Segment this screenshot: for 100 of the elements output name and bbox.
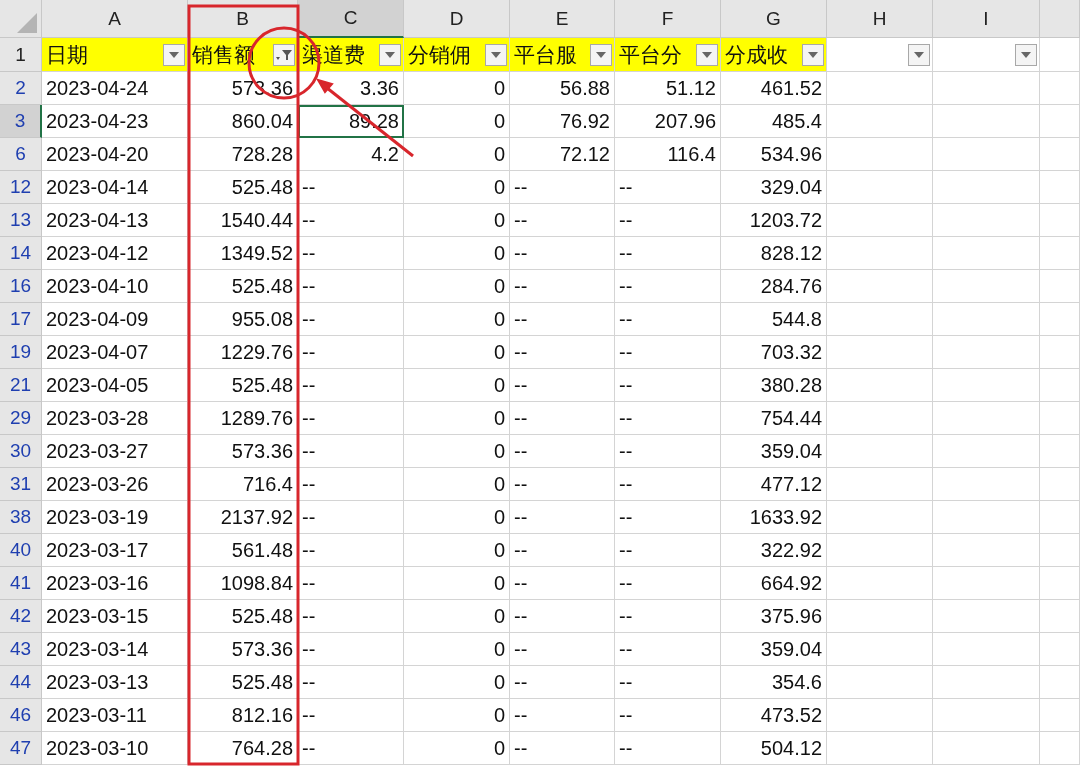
column-header[interactable]: E	[510, 0, 615, 38]
filter-dropdown-button[interactable]	[1015, 43, 1037, 66]
table-cell: 525.48	[188, 666, 298, 699]
table-cell: 0	[404, 237, 510, 270]
empty-cell	[1040, 369, 1080, 402]
row-number[interactable]: 40	[0, 534, 42, 567]
table-cell: --	[510, 402, 615, 435]
row-number[interactable]: 1	[0, 38, 42, 72]
row-number[interactable]: 42	[0, 600, 42, 633]
table-cell: --	[510, 435, 615, 468]
table-cell: 2023-03-27	[42, 435, 188, 468]
table-cell: 2023-03-28	[42, 402, 188, 435]
table-cell: --	[298, 534, 404, 567]
filter-dropdown-button[interactable]	[590, 43, 612, 66]
empty-cell	[1040, 204, 1080, 237]
table-cell: 0	[404, 435, 510, 468]
table-cell: 380.28	[721, 369, 827, 402]
table-cell: 573.36	[188, 435, 298, 468]
filter-dropdown-button[interactable]	[908, 43, 930, 66]
table-header-cell: 日期	[42, 38, 188, 72]
row-number[interactable]: 31	[0, 468, 42, 501]
filter-dropdown-button[interactable]	[802, 43, 824, 66]
table-cell: 329.04	[721, 171, 827, 204]
empty-cell	[1040, 402, 1080, 435]
table-cell: 354.6	[721, 666, 827, 699]
empty-cell	[1040, 534, 1080, 567]
table-cell: 0	[404, 171, 510, 204]
table-cell: --	[510, 732, 615, 765]
row-number[interactable]: 12	[0, 171, 42, 204]
table-cell: 284.76	[721, 270, 827, 303]
column-header[interactable]: F	[615, 0, 721, 38]
row-number[interactable]: 46	[0, 699, 42, 732]
row-number[interactable]: 13	[0, 204, 42, 237]
table-cell: --	[510, 270, 615, 303]
table-cell: 860.04	[188, 105, 298, 138]
table-cell: 2023-04-23	[42, 105, 188, 138]
table-cell: --	[615, 468, 721, 501]
table-cell: 2023-04-13	[42, 204, 188, 237]
row-number[interactable]: 19	[0, 336, 42, 369]
table-cell: --	[615, 501, 721, 534]
table-cell: --	[298, 666, 404, 699]
empty-cell	[1040, 633, 1080, 666]
column-header[interactable]: A	[42, 0, 188, 38]
table-cell: 2023-03-11	[42, 699, 188, 732]
table-cell: 728.28	[188, 138, 298, 171]
caret-icon	[808, 51, 818, 58]
filter-dropdown-button[interactable]	[273, 43, 295, 66]
filter-dropdown-button[interactable]	[485, 43, 507, 66]
filter-dropdown-button[interactable]	[696, 43, 718, 66]
filter-dropdown-button[interactable]	[163, 43, 185, 66]
table-cell: 525.48	[188, 369, 298, 402]
table-cell: 1098.84	[188, 567, 298, 600]
row-number[interactable]: 6	[0, 138, 42, 171]
row-number[interactable]: 16	[0, 270, 42, 303]
table-cell: 0	[404, 369, 510, 402]
empty-cell	[1040, 138, 1080, 171]
empty-cell	[1040, 105, 1080, 138]
table-cell: 0	[404, 600, 510, 633]
table-cell: 473.52	[721, 699, 827, 732]
table-cell: --	[510, 171, 615, 204]
table-cell: --	[298, 435, 404, 468]
row-number[interactable]: 3	[0, 105, 42, 138]
row-number[interactable]: 38	[0, 501, 42, 534]
table-cell: 2023-03-26	[42, 468, 188, 501]
table-cell: 51.12	[615, 72, 721, 105]
table-cell: --	[615, 699, 721, 732]
table-cell: 207.96	[615, 105, 721, 138]
column-header[interactable]: G	[721, 0, 827, 38]
caret-icon	[1021, 51, 1031, 58]
table-cell: --	[615, 435, 721, 468]
row-number[interactable]: 47	[0, 732, 42, 765]
table-cell: --	[298, 600, 404, 633]
table-cell: 1540.44	[188, 204, 298, 237]
filter-dropdown-button[interactable]	[379, 43, 401, 66]
row-number[interactable]: 41	[0, 567, 42, 600]
table-cell: --	[298, 732, 404, 765]
table-cell: 359.04	[721, 435, 827, 468]
row-number[interactable]: 21	[0, 369, 42, 402]
row-number[interactable]: 2	[0, 72, 42, 105]
table-cell: 764.28	[188, 732, 298, 765]
table-cell: 0	[404, 534, 510, 567]
column-header[interactable]: I	[933, 0, 1040, 38]
table-cell: 485.4	[721, 105, 827, 138]
row-number[interactable]: 17	[0, 303, 42, 336]
column-header[interactable]: D	[404, 0, 510, 38]
table-cell: 477.12	[721, 468, 827, 501]
row-number[interactable]: 29	[0, 402, 42, 435]
table-cell: 2023-04-07	[42, 336, 188, 369]
table-cell: 2137.92	[188, 501, 298, 534]
column-header[interactable]: H	[827, 0, 933, 38]
row-number[interactable]: 44	[0, 666, 42, 699]
row-number[interactable]: 43	[0, 633, 42, 666]
table-cell: 0	[404, 402, 510, 435]
table-cell: 812.16	[188, 699, 298, 732]
row-number[interactable]: 30	[0, 435, 42, 468]
table-cell: 2023-04-10	[42, 270, 188, 303]
empty-cell	[1040, 171, 1080, 204]
row-number[interactable]: 14	[0, 237, 42, 270]
column-header[interactable]: C	[298, 0, 404, 38]
table-cell: 525.48	[188, 600, 298, 633]
